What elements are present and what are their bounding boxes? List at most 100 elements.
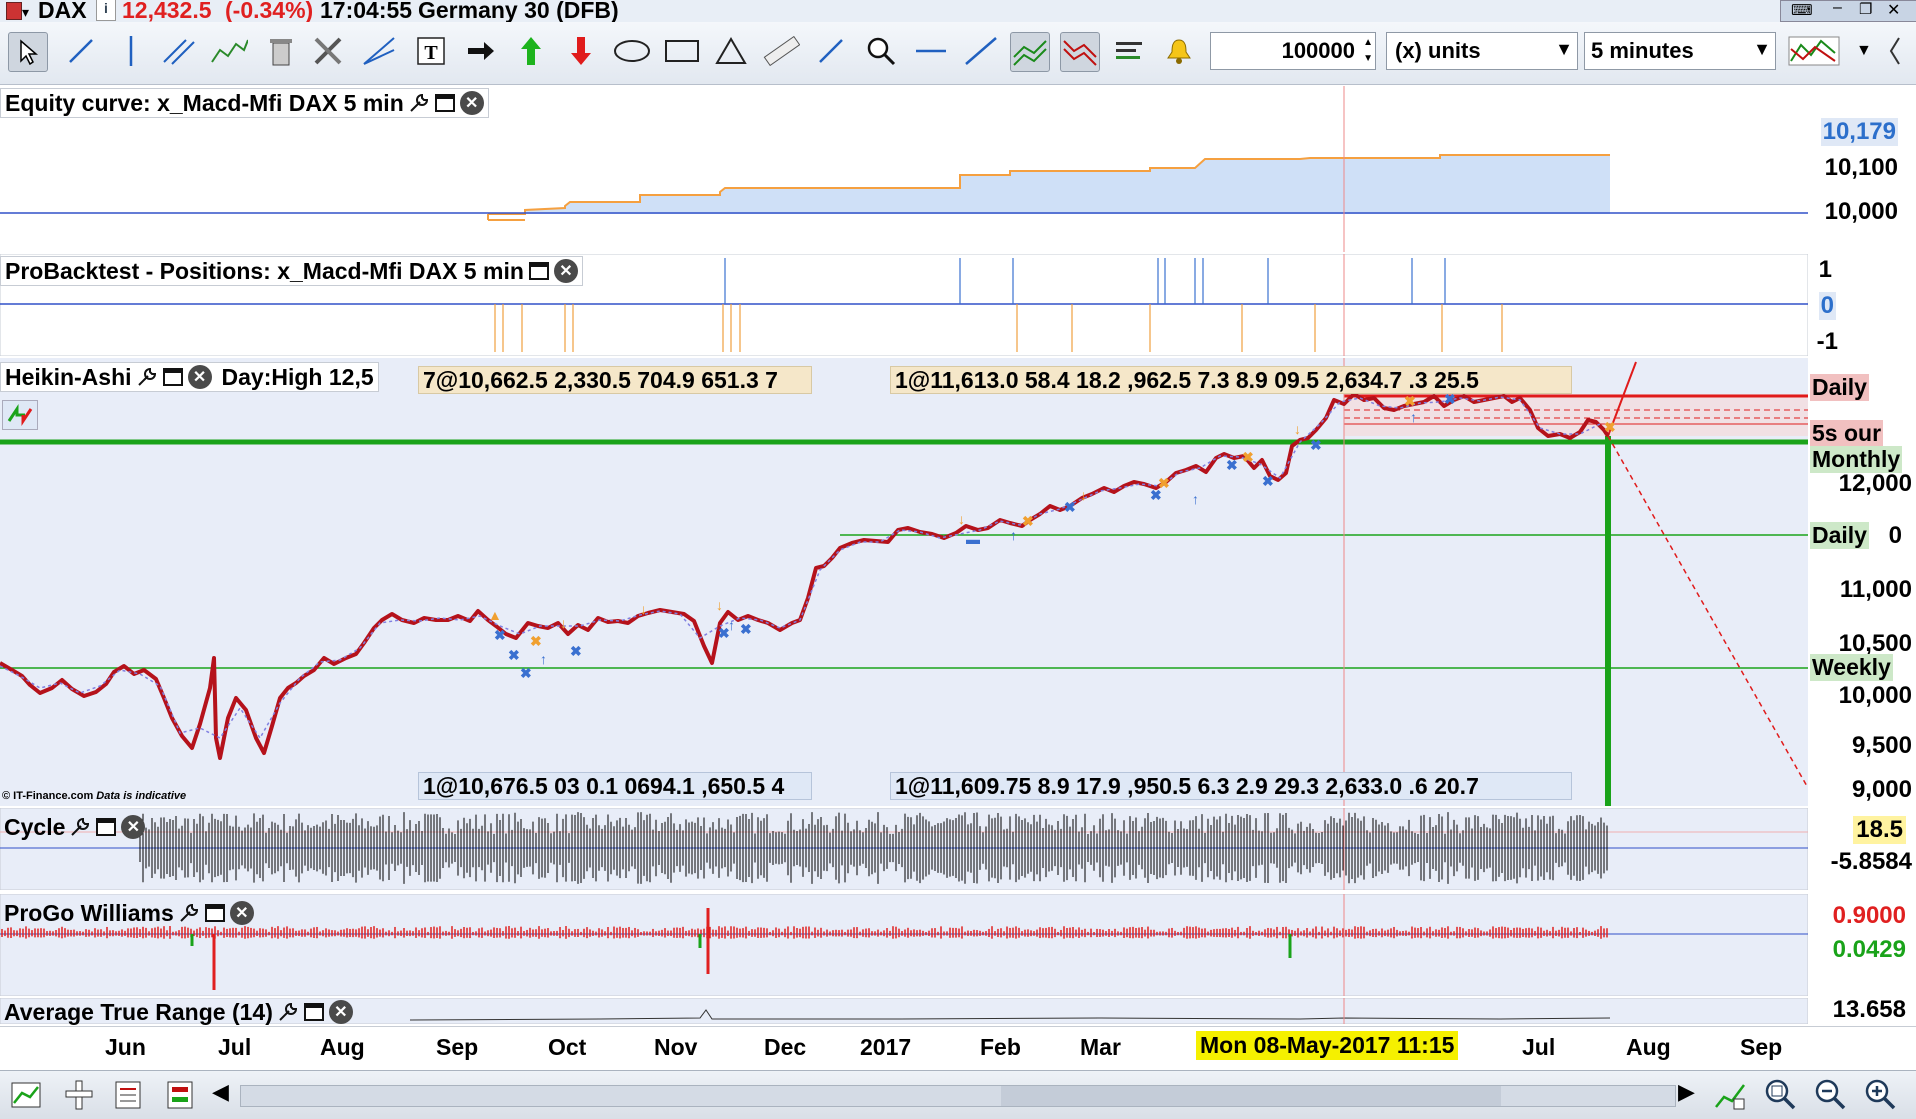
window-icon[interactable] [434, 92, 456, 114]
close-panel-icon[interactable]: ✕ [229, 901, 254, 925]
svg-text:✖: ✖ [508, 647, 520, 663]
close-panel-icon[interactable]: ✕ [328, 1000, 353, 1024]
vertical-line-icon[interactable] [112, 32, 150, 70]
time-label: Sep [1740, 1034, 1783, 1060]
line-tool-icon[interactable] [62, 32, 100, 70]
wrench-icon[interactable] [178, 902, 200, 924]
chart-type-icon[interactable] [1782, 32, 1852, 70]
window-icon[interactable] [95, 816, 117, 838]
refresh-arrows-icon[interactable] [2, 400, 38, 430]
keyboard-icon[interactable]: ⌨ [1791, 1, 1813, 19]
parallel-lines-icon[interactable] [160, 32, 198, 70]
price-chart: ▲✖✖ ✖✖↑ ↓✖↓ ↓✖↑ ✖↓▬ ↑✖✖ ↓ ✖✖ ↑✖ ✖ ✖↓✖ ✖↑✖ … [0, 358, 1808, 806]
zigzag-icon[interactable] [210, 32, 248, 70]
positions-axis-label: 1 [1818, 256, 1832, 283]
expand-arrows-icon[interactable] [812, 32, 850, 70]
pointer-tool-icon[interactable] [8, 32, 48, 72]
price-axis-label: 12,000 [1838, 470, 1912, 497]
arrow-right-icon[interactable] [462, 32, 500, 70]
horizontal-line-icon[interactable] [912, 32, 950, 70]
close-panel-icon[interactable]: ✕ [459, 91, 484, 115]
positions-axis: 1 0 -1 [1808, 254, 1916, 356]
close-panel-icon[interactable]: ✕ [187, 365, 212, 389]
price-axis-label: 11,000 [1839, 576, 1912, 603]
williams-axis-label: 0.9000 [1832, 902, 1906, 929]
chevron-down-icon[interactable]: ▼ [1753, 39, 1771, 60]
minimize-icon[interactable]: – [1833, 0, 1842, 17]
window-icon[interactable] [204, 902, 226, 924]
copyright-label: © IT-Finance.com [2, 790, 94, 802]
ellipse-tool-icon[interactable] [612, 32, 650, 70]
chevron-down-icon[interactable]: ▼ [1555, 39, 1573, 60]
zoom-in-icon[interactable] [1862, 1077, 1898, 1111]
scroll-left-icon[interactable]: ◀ [212, 1079, 238, 1111]
weekly-tag: Weekly [1810, 654, 1893, 681]
units-select[interactable]: (x) units ▼ [1386, 32, 1578, 70]
triangle-tool-icon[interactable] [712, 32, 750, 70]
text-tool-icon[interactable]: T [412, 32, 450, 70]
dropdown-arrow-icon[interactable]: ▾ [22, 4, 29, 21]
cycle-chart [0, 808, 1808, 890]
quantity-input[interactable]: 100000 ▲ ▼ [1210, 32, 1376, 70]
window-icon[interactable] [303, 1001, 325, 1023]
quantity-stepper-icon[interactable]: ▲ ▼ [1363, 35, 1373, 67]
fan-lines-icon[interactable] [360, 32, 398, 70]
instrument-name: Germany 30 (DFB) [418, 0, 619, 23]
svg-text:✖: ✖ [1064, 499, 1076, 515]
time-label: Oct [548, 1034, 587, 1060]
price-title: Heikin-Ashi [5, 363, 132, 390]
williams-axis: 0.9000 0.0429 [1808, 894, 1916, 996]
order-book-icon[interactable] [112, 1079, 146, 1111]
equity-title: Equity curve: x_Macd-Mfi DAX 5 min [5, 89, 404, 116]
zoom-fit-icon[interactable] [1762, 1077, 1798, 1111]
window-controls: ⌨ – ❐ ✕ [1780, 0, 1916, 22]
channel-up-icon[interactable] [1010, 32, 1050, 72]
positions-axis-label: -1 [1816, 328, 1838, 355]
zoom-out-icon[interactable] [1812, 1077, 1848, 1111]
window-icon[interactable] [162, 366, 184, 388]
positions-list-icon[interactable] [164, 1079, 198, 1111]
restore-icon[interactable]: ❐ [1859, 0, 1872, 18]
timeframe-select[interactable]: 5 minutes ▼ [1584, 32, 1776, 70]
wrench-icon[interactable] [277, 1001, 299, 1023]
svg-text:↑: ↑ [540, 651, 547, 667]
svg-text:▲: ▲ [488, 607, 502, 623]
wrench-icon[interactable] [408, 92, 430, 114]
scrollbar-thumb[interactable] [1001, 1086, 1501, 1106]
channel-down-icon[interactable] [1060, 32, 1100, 72]
cursor-icon[interactable] [62, 1079, 96, 1111]
tools-icon[interactable] [310, 32, 348, 70]
ruler-icon[interactable] [762, 32, 800, 70]
hour-tag: 5s our [1810, 420, 1884, 447]
chevron-down-icon[interactable]: ▼ [1856, 42, 1872, 60]
expand-panel-icon[interactable] [1880, 32, 1910, 70]
zoom-tool-icon[interactable] [862, 32, 900, 70]
buy-arrow-icon[interactable] [512, 32, 550, 70]
info-box-bottom-left: 1@10,676.5 03 0.1 0694.1 ,650.5 4 [418, 772, 812, 800]
horizontal-scrollbar[interactable] [240, 1085, 1676, 1107]
equity-panel-header: Equity curve: x_Macd-Mfi DAX 5 min ✕ [0, 88, 489, 118]
wrench-icon[interactable] [136, 366, 158, 388]
info-icon[interactable]: i [96, 0, 116, 21]
info-box-top-left: 7@10,662.5 2,330.5 704.9 651.3 7 [418, 366, 812, 394]
sell-arrow-icon[interactable] [562, 32, 600, 70]
scroll-right-icon[interactable]: ▶ [1678, 1079, 1704, 1111]
auto-scroll-icon[interactable] [1714, 1079, 1748, 1111]
window-icon[interactable] [528, 260, 550, 282]
close-panel-icon[interactable]: ✕ [553, 259, 578, 283]
trend-line-icon[interactable] [962, 32, 1000, 70]
close-panel-icon[interactable]: ✕ [121, 815, 146, 839]
time-label: Aug [320, 1034, 365, 1060]
alert-bell-icon[interactable] [1160, 32, 1198, 70]
indicator-list-icon[interactable] [1110, 32, 1148, 70]
svg-text:✖: ✖ [1404, 393, 1416, 409]
trash-icon[interactable] [262, 32, 300, 70]
rectangle-tool-icon[interactable] [662, 32, 700, 70]
symbol-label[interactable]: DAX [38, 0, 87, 24]
chart-link-icon[interactable] [10, 1079, 44, 1111]
svg-text:↑: ↑ [1010, 527, 1017, 543]
atr-title: Average True Range (14) [4, 998, 273, 1025]
close-icon[interactable]: ✕ [1887, 0, 1900, 20]
svg-text:✖: ✖ [1022, 513, 1034, 529]
wrench-icon[interactable] [69, 816, 91, 838]
